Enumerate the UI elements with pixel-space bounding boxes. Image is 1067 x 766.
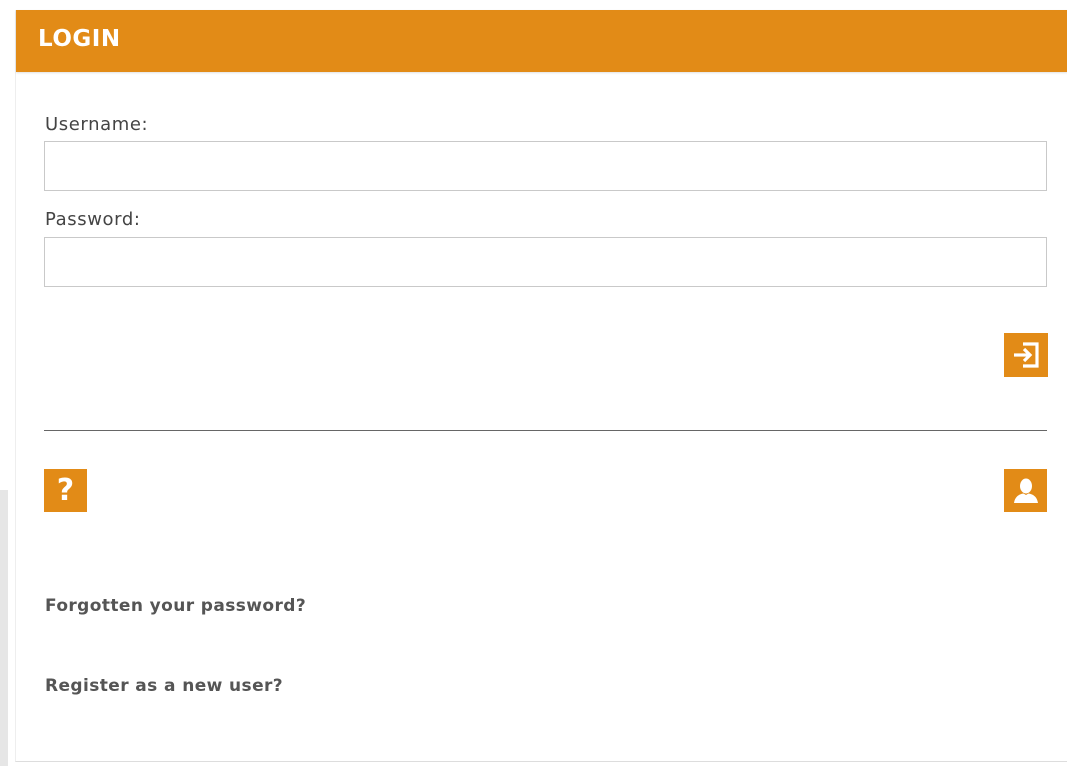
page-top-edge	[0, 0, 1067, 10]
username-label: Username:	[45, 114, 149, 135]
password-label: Password:	[45, 209, 141, 230]
page-left-edge	[0, 490, 8, 766]
user-icon	[1013, 478, 1038, 503]
section-divider	[44, 430, 1047, 431]
help-button[interactable]: ?	[44, 469, 87, 512]
username-input[interactable]	[44, 141, 1047, 191]
login-title: LOGIN	[38, 26, 121, 52]
login-header: LOGIN	[16, 10, 1067, 72]
question-mark-icon: ?	[56, 472, 75, 508]
password-input[interactable]	[44, 237, 1047, 287]
login-panel: LOGIN Username: Password: ? Forgotten yo…	[15, 10, 1067, 762]
forgot-password-link[interactable]: Forgotten your password?	[45, 596, 306, 616]
register-button[interactable]	[1004, 469, 1047, 512]
sign-in-icon	[1014, 342, 1039, 368]
register-link[interactable]: Register as a new user?	[45, 676, 283, 696]
login-button[interactable]	[1004, 333, 1048, 377]
